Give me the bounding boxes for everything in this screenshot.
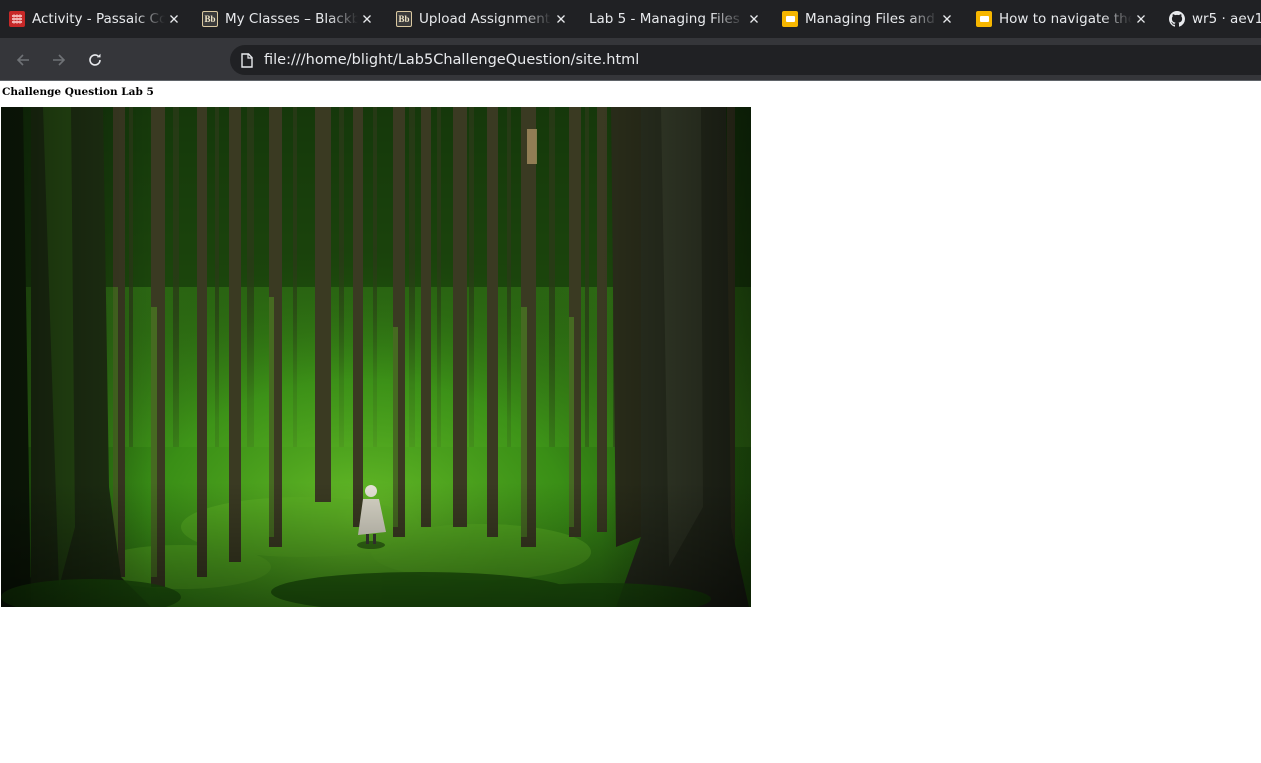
tab-github-wr5[interactable]: wr5 · aev19	[1169, 0, 1261, 38]
blackboard-icon: Bb	[202, 11, 218, 27]
pcc-icon	[9, 11, 25, 27]
page-heading: Challenge Question Lab 5	[2, 86, 154, 98]
tab-title: Managing Files and Directories	[805, 11, 938, 27]
tab-title: Activity - Passaic County Community Coll…	[32, 11, 165, 27]
tab-title: How to navigate the Linux file system	[999, 11, 1132, 27]
forward-button[interactable]	[48, 49, 70, 71]
forest-photo	[1, 107, 751, 607]
google-slides-icon	[976, 11, 992, 27]
tab-activity-passaic[interactable]: Activity - Passaic County Community Coll…	[9, 0, 181, 38]
tab-lab5-managing-files[interactable]: Lab 5 - Managing Files and Directories	[589, 0, 761, 38]
address-url[interactable]: file:///home/blight/Lab5ChallengeQuestio…	[264, 52, 639, 68]
reload-button[interactable]	[84, 49, 106, 71]
close-icon[interactable]	[747, 12, 761, 26]
tab-title: Lab 5 - Managing Files and Directories	[589, 11, 745, 27]
back-button[interactable]	[12, 49, 34, 71]
tab-upload-assignment[interactable]: Bb Upload Assignment: Lab 5	[396, 0, 568, 38]
page-viewport: Challenge Question Lab 5	[0, 81, 1261, 763]
arrow-left-icon	[16, 54, 29, 66]
reload-icon	[89, 53, 101, 66]
tab-title: Upload Assignment: Lab 5	[419, 11, 552, 27]
tab-managing-files-slides[interactable]: Managing Files and Directories	[782, 0, 954, 38]
tab-my-classes-blackboard[interactable]: Bb My Classes – Blackboard Learn	[202, 0, 374, 38]
tab-title: My Classes – Blackboard Learn	[225, 11, 358, 27]
tab-title: wr5 · aev19	[1192, 11, 1261, 27]
close-icon[interactable]	[360, 12, 374, 26]
arrow-right-icon	[53, 54, 66, 66]
close-icon[interactable]	[554, 12, 568, 26]
close-icon[interactable]	[940, 12, 954, 26]
blackboard-icon: Bb	[396, 11, 412, 27]
close-icon[interactable]	[167, 12, 181, 26]
tab-strip: Activity - Passaic County Community Coll…	[0, 0, 1261, 38]
file-page-icon[interactable]	[240, 52, 254, 68]
close-icon[interactable]	[1134, 12, 1148, 26]
browser-toolbar: file:///home/blight/Lab5ChallengeQuestio…	[0, 38, 1261, 81]
github-icon	[1169, 11, 1185, 27]
address-bar[interactable]: file:///home/blight/Lab5ChallengeQuestio…	[230, 45, 1261, 75]
tab-how-to-navigate[interactable]: How to navigate the Linux file system	[976, 0, 1148, 38]
google-slides-icon	[782, 11, 798, 27]
